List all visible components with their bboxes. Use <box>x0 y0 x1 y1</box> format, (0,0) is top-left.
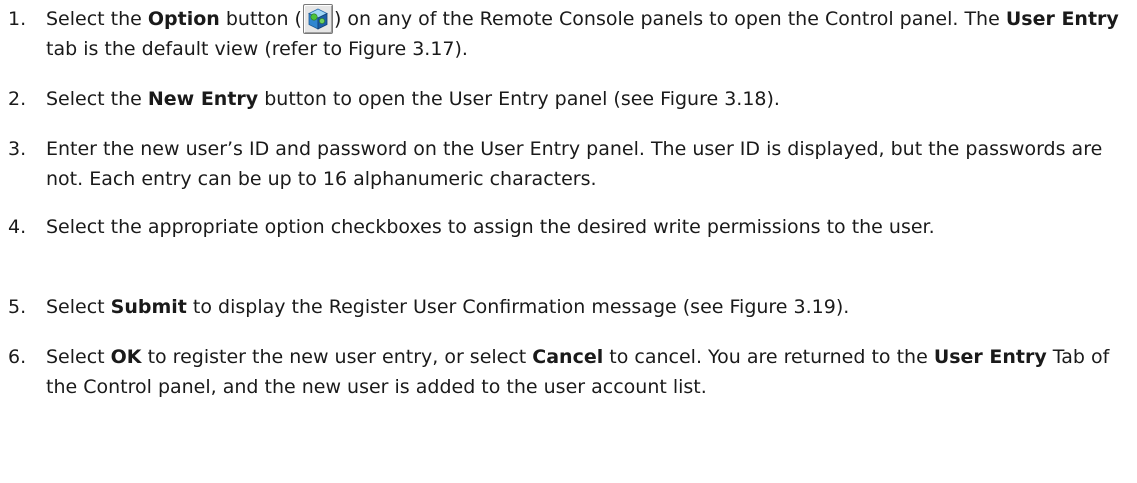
step-text-run: to cancel. You are returned to the <box>603 346 934 368</box>
step-item: 1. Select the Option button ( ) on any of… <box>0 4 1137 66</box>
bold-term: User Entry <box>933 346 1047 368</box>
bold-term: Option <box>147 8 220 30</box>
step-text-run: button to open the User Entry panel (see… <box>258 88 780 110</box>
bold-term: Cancel <box>532 346 604 368</box>
bold-term: Submit <box>110 296 187 318</box>
bold-term: User Entry <box>1005 8 1119 30</box>
option-cube-icon <box>302 4 333 34</box>
step-item: 3. Enter the new user’s ID and password … <box>0 134 1137 196</box>
step-text: Enter the new user’s ID and password on … <box>46 134 1136 194</box>
step-text-run: to display the Register User Confirmatio… <box>186 296 850 318</box>
step-text-run: Enter the new user’s ID and password on … <box>46 138 1103 190</box>
step-text-run: to register the new user entry, or selec… <box>141 346 533 368</box>
step-number: 5. <box>8 296 27 318</box>
step-number: 3. <box>8 138 27 160</box>
step-text: Select the New Entry button to open the … <box>46 84 1136 114</box>
bold-term: OK <box>110 346 142 368</box>
step-text: Select OK to register the new user entry… <box>46 342 1136 402</box>
step-item: 6. Select OK to register the new user en… <box>0 342 1137 434</box>
step-text-run: Select the appropriate option checkboxes… <box>46 216 935 238</box>
step-number: 4. <box>8 216 27 238</box>
step-text-run: tab is the default view (refer to Figure… <box>46 38 468 60</box>
step-text: Select the appropriate option checkboxes… <box>46 212 1136 242</box>
step-number: 1. <box>8 8 27 30</box>
step-text-run: Select the <box>46 8 148 30</box>
instruction-page: 1. Select the Option button ( ) on any of… <box>0 0 1137 483</box>
bold-term: New Entry <box>147 88 259 110</box>
step-number: 2. <box>8 88 27 110</box>
step-text-run: Select <box>46 346 111 368</box>
step-item: 4. Select the appropriate option checkbo… <box>0 212 1137 274</box>
step-item: 5. Select Submit to display the Register… <box>0 292 1137 324</box>
step-number: 6. <box>8 346 27 368</box>
step-text-run: Select <box>46 296 111 318</box>
step-item: 2. Select the New Entry button to open t… <box>0 84 1137 116</box>
step-text: Select the Option button ( ) on any of th… <box>46 4 1136 64</box>
step-text-run: ) on any of the Remote Console panels to… <box>333 8 1006 30</box>
step-text-run: Select the <box>46 88 148 110</box>
step-text-run: button ( <box>219 8 302 30</box>
step-text: Select Submit to display the Register Us… <box>46 292 1136 322</box>
